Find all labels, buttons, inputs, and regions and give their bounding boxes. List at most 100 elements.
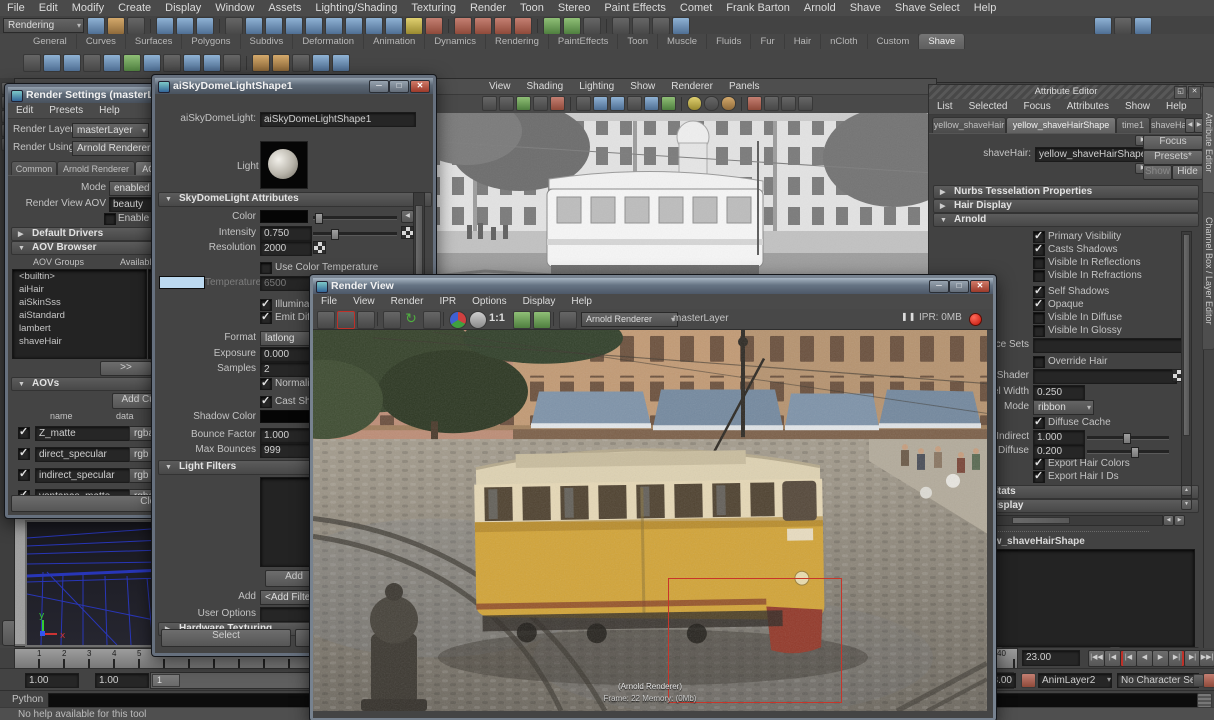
menu-edit[interactable]: Edit (32, 0, 65, 16)
select-camera-icon[interactable] (482, 96, 497, 111)
shelf-tab-muscle[interactable]: Muscle (658, 34, 707, 49)
shave-create-hair-icon[interactable] (43, 54, 61, 72)
indirect-diffuse-slider[interactable] (1087, 450, 1169, 454)
menu-lighting-shading[interactable]: Lighting/Shading (308, 0, 404, 16)
shelf-tab-general[interactable]: General (24, 34, 77, 49)
temperature-color-swatch[interactable] (159, 276, 205, 289)
intensity-slider[interactable] (313, 232, 397, 236)
select-button[interactable]: Select (161, 629, 291, 647)
select-component-icon[interactable] (196, 17, 214, 35)
ae-tab-time1[interactable]: time1 (1116, 117, 1150, 133)
menu-file[interactable]: File (0, 0, 32, 16)
panel-menu-lighting[interactable]: Lighting (571, 79, 622, 94)
scale-tool-icon[interactable] (285, 17, 303, 35)
panel-menu-shading[interactable]: Shading (519, 79, 572, 94)
rv-menu-display[interactable]: Display (515, 294, 564, 309)
panel-menu-renderer[interactable]: Renderer (663, 79, 721, 94)
casts-shadows-checkbox[interactable] (1033, 244, 1045, 256)
hair-shader-field[interactable] (1033, 369, 1177, 384)
film-gate-icon[interactable] (516, 96, 531, 111)
shave-comb-icon[interactable] (63, 54, 81, 72)
auto-keyframe-icon[interactable] (1203, 673, 1214, 688)
ae-menu-attributes[interactable]: Attributes (1059, 99, 1117, 114)
snap-view-plane-icon[interactable] (365, 17, 383, 35)
refresh-ipr-icon[interactable]: ↻ (403, 311, 419, 327)
shelf-tab-toon[interactable]: Toon (618, 34, 658, 49)
panel-menu-show[interactable]: Show (622, 79, 663, 94)
menu-set-selector[interactable]: Rendering (3, 18, 84, 33)
indirect-field[interactable]: 1.000 (1033, 430, 1085, 445)
rs-tab-common[interactable]: Common (11, 161, 57, 176)
shelf-tab-deformation[interactable]: Deformation (293, 34, 364, 49)
ae-scroll-right-icon[interactable]: ▶ (1174, 515, 1185, 526)
mode-dropdown[interactable]: ribbon (1033, 400, 1094, 415)
shelf-tab-surfaces[interactable]: Surfaces (126, 34, 183, 49)
paint-effects-panel-icon[interactable] (672, 17, 690, 35)
step-back-key-button[interactable]: |◀ (1120, 650, 1137, 667)
panel-menu-panels[interactable]: Panels (721, 79, 768, 94)
ae-tab-yellow-shavehair[interactable]: yellow_shaveHair (932, 117, 1006, 133)
ae-menu-selected[interactable]: Selected (961, 99, 1016, 114)
menu-create[interactable]: Create (111, 0, 158, 16)
skydome-titlebar[interactable]: aiSkyDomeLightShape1 ─ □ ✕ (155, 78, 433, 94)
current-frame-field[interactable]: 23.00 (1022, 650, 1080, 666)
anim-layer-dropdown-icon[interactable]: ▾ (1107, 675, 1111, 684)
use-all-lights-icon[interactable] (627, 96, 642, 111)
make-live-icon[interactable] (385, 17, 403, 35)
playback-start-field[interactable]: 1.00 (95, 673, 149, 688)
resolution-map-icon[interactable] (313, 241, 326, 254)
shelf-tab-subdivs[interactable]: Subdivs (241, 34, 294, 49)
gate-mask-icon[interactable] (550, 96, 565, 111)
textured-icon[interactable] (610, 96, 625, 111)
normalize-checkbox[interactable] (260, 378, 272, 390)
export-hair-ids-checkbox[interactable] (1033, 471, 1045, 483)
section-skydome-attributes[interactable]: SkyDomeLight Attributes (158, 192, 432, 207)
shave-part-icon[interactable] (203, 54, 221, 72)
rv-menu-view[interactable]: View (345, 294, 383, 309)
rv-menu-render[interactable]: Render (383, 294, 432, 309)
section-arnold[interactable]: Arnold (933, 213, 1199, 227)
shelf-tab-painteffects[interactable]: PaintEffects (549, 34, 619, 49)
step-forward-key-button[interactable]: ▶| (1168, 650, 1185, 667)
visible-in-reflections-checkbox[interactable] (1033, 257, 1045, 269)
attribute-editor-header[interactable]: Attribute Editor ◱ ✕ (929, 85, 1203, 99)
mute-layer-icon[interactable] (1021, 673, 1036, 688)
color-map-icon[interactable]: ◀ (401, 210, 414, 223)
rs-menu-presets[interactable]: Presets (41, 103, 91, 118)
diffuse-cache-checkbox[interactable] (1033, 417, 1045, 429)
pixel-width-field[interactable]: 0.250 (1033, 385, 1085, 400)
rv-menu-options[interactable]: Options (464, 294, 514, 309)
shelf-tab-hair[interactable]: Hair (785, 34, 821, 49)
menu-paint-effects[interactable]: Paint Effects (597, 0, 673, 16)
menu-modify[interactable]: Modify (65, 0, 111, 16)
undock-icon[interactable]: ◱ (1174, 86, 1187, 99)
region-render-icon[interactable] (559, 311, 577, 329)
select-object-icon[interactable] (176, 17, 194, 35)
color-swatch[interactable] (260, 210, 308, 223)
emit-diffuse-checkbox[interactable] (260, 312, 272, 324)
intensity-field[interactable]: 0.750 (260, 226, 312, 241)
ae-menu-help[interactable]: Help (1158, 99, 1195, 114)
shave-puff-icon[interactable] (223, 54, 241, 72)
record-dot-icon[interactable] (969, 313, 982, 326)
snap-curve-icon[interactable] (325, 17, 343, 35)
rs-menu-edit[interactable]: Edit (8, 103, 41, 118)
camera-settings-icon[interactable] (781, 96, 796, 111)
minimize-icon[interactable]: ─ (369, 80, 389, 93)
focus-button[interactable]: Focus (1143, 135, 1203, 150)
menu-window[interactable]: Window (208, 0, 261, 16)
shelf-tab-shave[interactable]: Shave (919, 34, 965, 49)
override-hair-checkbox[interactable] (1033, 356, 1045, 368)
script-editor-icon[interactable] (1197, 693, 1212, 708)
side-tab-channel-box[interactable]: Channel Box / Layer Editor (1202, 192, 1214, 350)
menu-stereo[interactable]: Stereo (551, 0, 597, 16)
visible-in-glossy-checkbox[interactable] (1033, 325, 1045, 337)
shave-clump-icon[interactable] (163, 54, 181, 72)
menu-texturing[interactable]: Texturing (404, 0, 463, 16)
section-hair-display[interactable]: Hair Display (933, 199, 1199, 213)
rs-menu-help[interactable]: Help (91, 103, 128, 118)
show-tool-settings-icon[interactable] (1114, 17, 1132, 35)
open-scene-icon[interactable] (107, 17, 125, 35)
show-attribute-editor-icon[interactable] (1094, 17, 1112, 35)
default-material-icon[interactable] (687, 96, 702, 111)
